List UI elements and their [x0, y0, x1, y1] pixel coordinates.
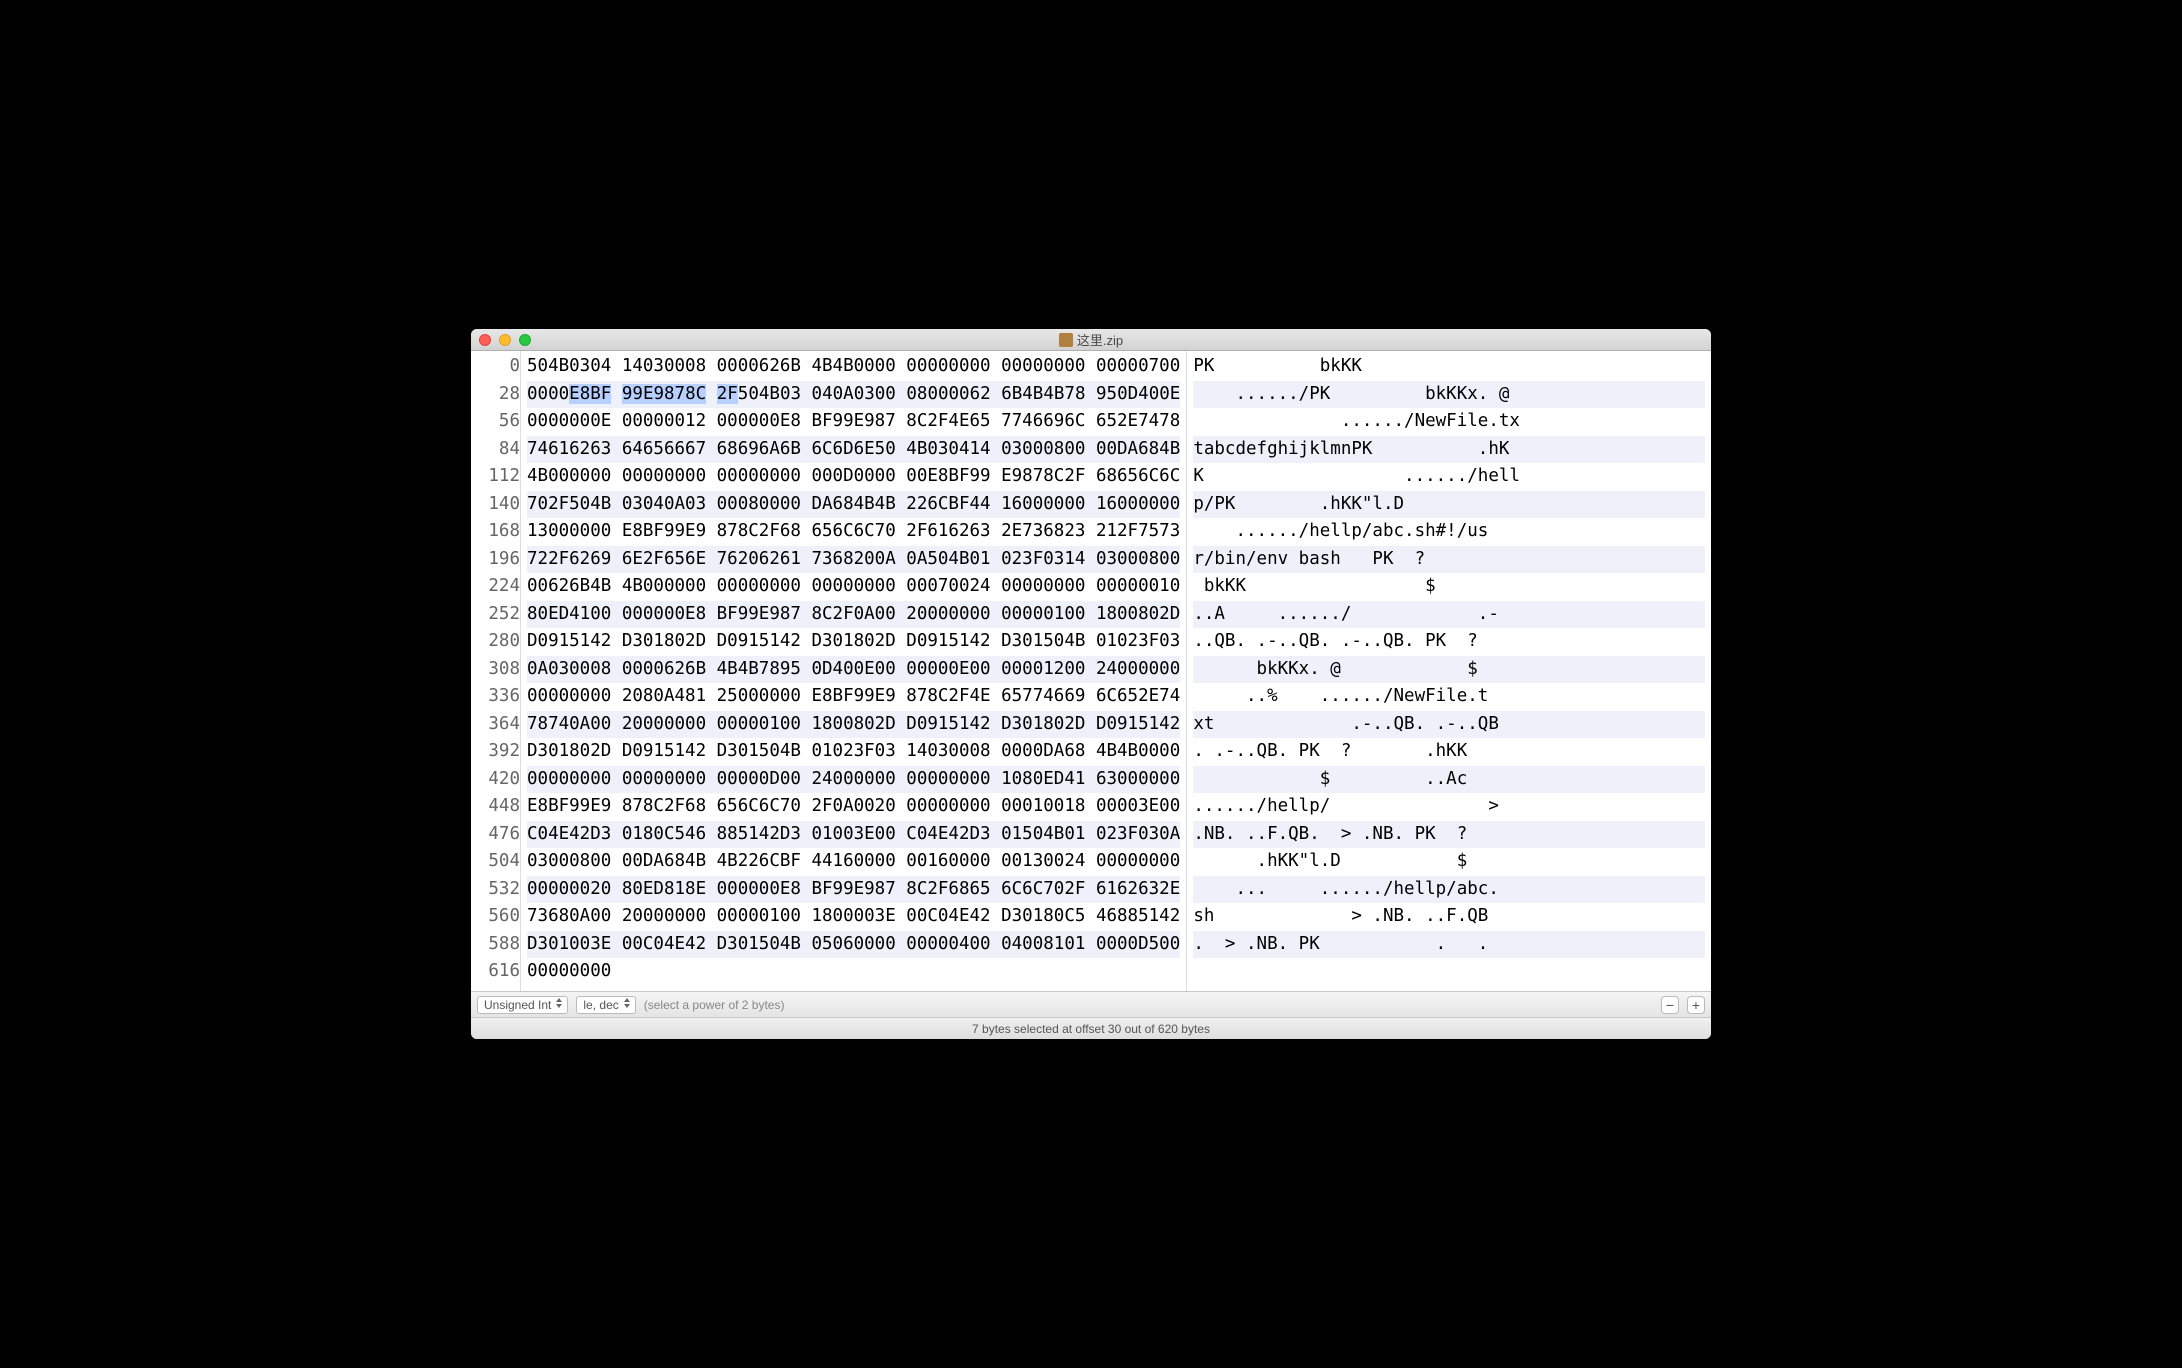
document-icon	[1059, 333, 1073, 347]
ascii-row[interactable]	[1193, 958, 1705, 986]
hex-row[interactable]: 13000000 E8BF99E9 878C2F68 656C6C70 2F61…	[527, 518, 1180, 546]
offset-cell: 476	[471, 821, 520, 849]
offset-cell: 252	[471, 601, 520, 629]
ascii-row[interactable]: PK bkKK	[1193, 353, 1705, 381]
titlebar[interactable]: 这里.zip	[471, 329, 1711, 351]
ascii-row[interactable]: .NB. ..F.QB. > .NB. PK ?	[1193, 821, 1705, 849]
offset-cell: 84	[471, 436, 520, 464]
hex-row[interactable]: 78740A00 20000000 00000100 1800802D D091…	[527, 711, 1180, 739]
offset-cell: 448	[471, 793, 520, 821]
ascii-pane[interactable]: PK bkKK ....../PK bkKKx. @ ....../NewFil…	[1187, 351, 1711, 991]
ascii-row[interactable]: . > .NB. PK . .	[1193, 931, 1705, 959]
ascii-row[interactable]: .hKK"l.D $	[1193, 848, 1705, 876]
inspector-toolbar: Unsigned Int le, dec (select a power of …	[471, 991, 1711, 1017]
offset-cell: 616	[471, 958, 520, 986]
hex-row[interactable]: 00000000 2080A481 25000000 E8BF99E9 878C…	[527, 683, 1180, 711]
ascii-row[interactable]: xt .-..QB. .-..QB	[1193, 711, 1705, 739]
ascii-row[interactable]: $ ..Ac	[1193, 766, 1705, 794]
hex-row[interactable]: 73680A00 20000000 00000100 1800003E 00C0…	[527, 903, 1180, 931]
hex-row[interactable]: 00000000 00000000 00000D00 24000000 0000…	[527, 766, 1180, 794]
window-title: 这里.zip	[471, 330, 1711, 349]
content-area: 0285684112140168196224252280308336364392…	[471, 351, 1711, 991]
offset-cell: 588	[471, 931, 520, 959]
offset-cell: 0	[471, 353, 520, 381]
ascii-row[interactable]: ..QB. .-..QB. .-..QB. PK ?	[1193, 628, 1705, 656]
offset-cell: 392	[471, 738, 520, 766]
inspector-hint: (select a power of 2 bytes)	[644, 998, 785, 1012]
ascii-row[interactable]: tabcdefghijklmnPK .hK	[1193, 436, 1705, 464]
endian-select[interactable]: le, dec	[576, 996, 635, 1014]
hex-row[interactable]: 74616263 64656667 68696A6B 6C6D6E50 4B03…	[527, 436, 1180, 464]
offset-cell: 420	[471, 766, 520, 794]
hex-row[interactable]: 80ED4100 000000E8 BF99E987 8C2F0A00 2000…	[527, 601, 1180, 629]
offset-cell: 532	[471, 876, 520, 904]
hex-row[interactable]: 0000E8BF 99E9878C 2F504B03 040A0300 0800…	[527, 381, 1180, 409]
hex-row[interactable]: C04E42D3 0180C546 885142D3 01003E00 C04E…	[527, 821, 1180, 849]
hex-row[interactable]: 00000000	[527, 958, 1180, 986]
hex-row[interactable]: 00000020 80ED818E 000000E8 BF99E987 8C2F…	[527, 876, 1180, 904]
minimize-button[interactable]	[499, 334, 511, 346]
hex-editor-window: 这里.zip 028568411214016819622425228030833…	[471, 329, 1711, 1039]
status-text: 7 bytes selected at offset 30 out of 620…	[972, 1022, 1210, 1036]
maximize-button[interactable]	[519, 334, 531, 346]
hex-row[interactable]: D301802D D0915142 D301504B 01023F03 1403…	[527, 738, 1180, 766]
minus-button[interactable]: −	[1661, 996, 1679, 1014]
ascii-row[interactable]: p/PK .hKK"l.D	[1193, 491, 1705, 519]
close-button[interactable]	[479, 334, 491, 346]
hex-row[interactable]: 4B000000 00000000 00000000 000D0000 00E8…	[527, 463, 1180, 491]
ascii-row[interactable]: sh > .NB. ..F.QB	[1193, 903, 1705, 931]
offset-cell: 364	[471, 711, 520, 739]
hex-row[interactable]: D0915142 D301802D D0915142 D301802D D091…	[527, 628, 1180, 656]
hex-row[interactable]: 504B0304 14030008 0000626B 4B4B0000 0000…	[527, 353, 1180, 381]
hex-row[interactable]: D301003E 00C04E42 D301504B 05060000 0000…	[527, 931, 1180, 959]
hex-row[interactable]: E8BF99E9 878C2F68 656C6C70 2F0A0020 0000…	[527, 793, 1180, 821]
ascii-row[interactable]: ....../hellp/abc.sh#!/us	[1193, 518, 1705, 546]
ascii-row[interactable]: . .-..QB. PK ? .hKK	[1193, 738, 1705, 766]
offset-cell: 504	[471, 848, 520, 876]
ascii-row[interactable]: ....../hellp/ >	[1193, 793, 1705, 821]
hex-row[interactable]: 0000000E 00000012 000000E8 BF99E987 8C2F…	[527, 408, 1180, 436]
ascii-row[interactable]: ..% ....../NewFile.t	[1193, 683, 1705, 711]
hex-row[interactable]: 702F504B 03040A03 00080000 DA684B4B 226C…	[527, 491, 1180, 519]
ascii-row[interactable]: ....../NewFile.tx	[1193, 408, 1705, 436]
offset-cell: 224	[471, 573, 520, 601]
window-title-text: 这里.zip	[1077, 330, 1123, 349]
offset-cell: 168	[471, 518, 520, 546]
hex-row[interactable]: 722F6269 6E2F656E 76206261 7368200A 0A50…	[527, 546, 1180, 574]
hex-row[interactable]: 0A030008 0000626B 4B4B7895 0D400E00 0000…	[527, 656, 1180, 684]
hex-row[interactable]: 00626B4B 4B000000 00000000 00000000 0007…	[527, 573, 1180, 601]
offset-cell: 112	[471, 463, 520, 491]
offset-cell: 280	[471, 628, 520, 656]
hex-pane[interactable]: 504B0304 14030008 0000626B 4B4B0000 0000…	[521, 351, 1187, 991]
ascii-row[interactable]: ... ....../hellp/abc.	[1193, 876, 1705, 904]
ascii-row[interactable]: r/bin/env bash PK ?	[1193, 546, 1705, 574]
hex-row[interactable]: 03000800 00DA684B 4B226CBF 44160000 0016…	[527, 848, 1180, 876]
offset-column: 0285684112140168196224252280308336364392…	[471, 351, 521, 991]
type-select[interactable]: Unsigned Int	[477, 996, 568, 1014]
offset-cell: 196	[471, 546, 520, 574]
ascii-row[interactable]: K ....../hell	[1193, 463, 1705, 491]
offset-cell: 308	[471, 656, 520, 684]
ascii-row[interactable]: bkKK $	[1193, 573, 1705, 601]
offset-cell: 56	[471, 408, 520, 436]
traffic-lights	[479, 334, 531, 346]
offset-cell: 28	[471, 381, 520, 409]
ascii-row[interactable]: bkKKx. @ $	[1193, 656, 1705, 684]
offset-cell: 140	[471, 491, 520, 519]
status-bar: 7 bytes selected at offset 30 out of 620…	[471, 1017, 1711, 1039]
offset-cell: 560	[471, 903, 520, 931]
offset-cell: 336	[471, 683, 520, 711]
ascii-row[interactable]: ..A ....../ .-	[1193, 601, 1705, 629]
plus-button[interactable]: +	[1687, 996, 1705, 1014]
ascii-row[interactable]: ....../PK bkKKx. @	[1193, 381, 1705, 409]
